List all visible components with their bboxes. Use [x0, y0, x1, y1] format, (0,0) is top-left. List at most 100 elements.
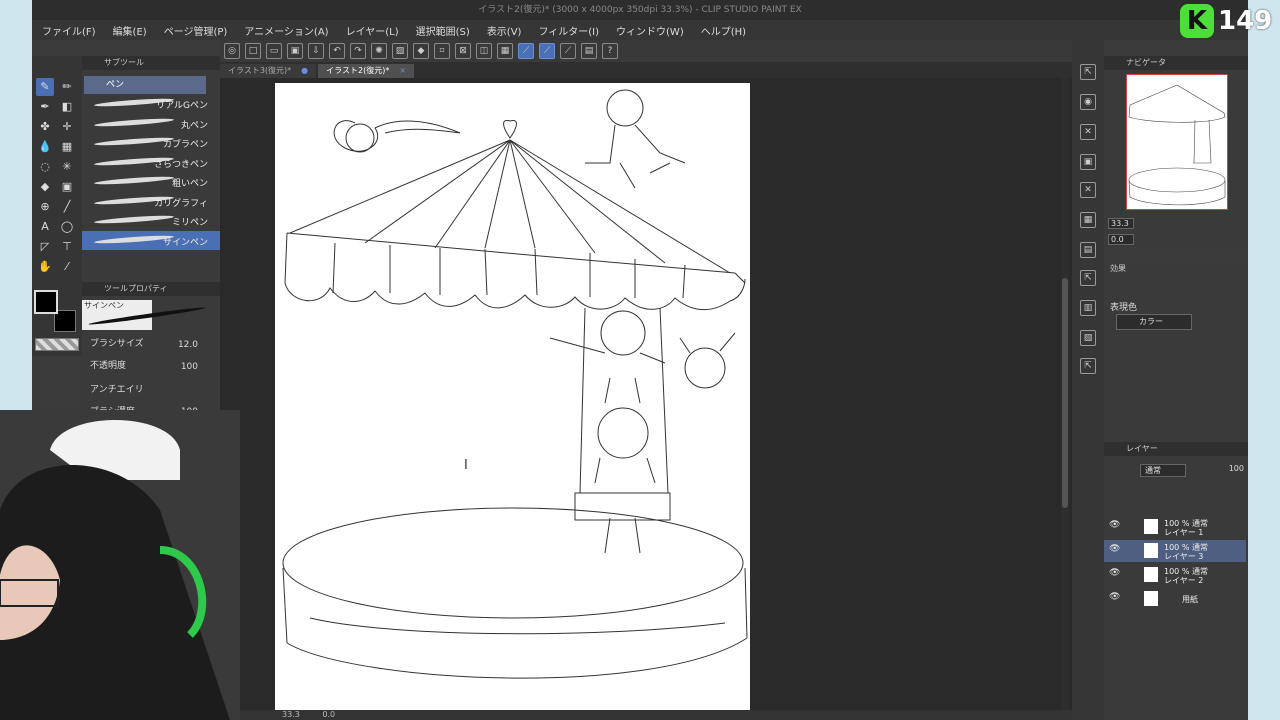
quick-access-icon[interactable]: ⇱ [1080, 358, 1096, 374]
canvas-vertical-scrollbar[interactable] [1061, 78, 1069, 710]
layer-row[interactable]: 👁 100 % 通常 レイヤー 2 [1104, 564, 1246, 586]
memo-icon[interactable]: ▤ [581, 43, 597, 59]
document-tabs: イラスト3(復元)* ● イラスト2(復元)* × [220, 62, 1072, 78]
menu-view[interactable]: 表示(V) [487, 23, 522, 38]
tab-close-icon[interactable]: × [399, 66, 406, 75]
decoration-tool-icon[interactable]: ✤ [36, 118, 54, 136]
navigator-thumbnail[interactable] [1126, 74, 1228, 210]
tab-modified-icon[interactable]: ● [301, 66, 308, 75]
canvas-area[interactable] [220, 78, 1072, 710]
brush-item-selected[interactable]: サインペン [82, 230, 220, 250]
close-panel-icon[interactable]: ✕ [1080, 182, 1096, 198]
select-tool-icon[interactable]: ◌ [36, 158, 54, 176]
invert-icon[interactable]: ◫ [476, 43, 492, 59]
eyedropper-tool-icon[interactable]: ⁄ [58, 258, 76, 276]
sub-view-icon[interactable]: ⇱ [1080, 270, 1096, 286]
help-icon[interactable]: ? [602, 43, 618, 59]
gradient-tool-icon[interactable]: ▣ [58, 178, 76, 196]
status-zoom[interactable]: 33.3 [282, 710, 300, 719]
command-bar: ◎ □ ▭ ▣ ⇩ ↶ ↷ ✺ ▨ ◆ ⌗ ⊠ ◫ ▦ ⟋ ⟋ ⟋ ▤ ? [220, 40, 1072, 62]
layer-row-paper[interactable]: 👁 用紙 [1104, 588, 1246, 610]
menu-edit[interactable]: 編集(E) [113, 23, 147, 38]
brush-item[interactable]: さらつきペン [82, 153, 220, 173]
scroll-thumb[interactable] [1062, 278, 1068, 508]
nav-zoom-value[interactable]: 33.3 [1108, 218, 1134, 229]
brush-item[interactable]: ミリペン [82, 211, 220, 231]
special-ruler-snap-icon[interactable]: ⟋ [539, 43, 555, 59]
line-tool-icon[interactable]: ╱ [58, 198, 76, 216]
transform-icon[interactable]: ⌗ [434, 43, 450, 59]
drawing-paper[interactable] [275, 83, 750, 710]
export-icon[interactable]: ⇩ [308, 43, 324, 59]
subtool-group-pen[interactable]: ペン [84, 76, 206, 94]
magic-wand-icon[interactable]: ✳ [58, 158, 76, 176]
blend-mode-select[interactable]: 通常 [1140, 464, 1186, 477]
clear-icon[interactable]: ▨ [392, 43, 408, 59]
hand-tool-icon[interactable]: ✋ [36, 258, 54, 276]
deselect-icon[interactable]: ⊠ [455, 43, 471, 59]
history-icon[interactable]: ▤ [1080, 242, 1096, 258]
menu-file[interactable]: ファイル(F) [42, 23, 96, 38]
open-folder-icon[interactable]: ▭ [266, 43, 282, 59]
expression-color-select[interactable]: カラー [1116, 314, 1192, 330]
crop-icon[interactable]: ▦ [497, 43, 513, 59]
layer-opacity-value[interactable]: 100 [1229, 464, 1244, 473]
brush-item[interactable]: 丸ペン [82, 114, 220, 134]
palette-icon[interactable]: ✕ [1080, 124, 1096, 140]
main-color-swatch[interactable] [34, 290, 58, 314]
blend-tool-icon[interactable]: 💧 [36, 138, 54, 156]
material-icon[interactable]: ▦ [1080, 212, 1096, 228]
ruler-tool-icon[interactable]: ⊤ [58, 238, 76, 256]
move-tool-icon[interactable]: ✛ [58, 118, 76, 136]
brush-item[interactable]: カブラペン [82, 133, 220, 153]
pen-tool-icon[interactable]: ✎ [36, 78, 54, 96]
balloon-tool-icon[interactable]: ◯ [58, 218, 76, 236]
brush-size-value[interactable]: 12.0 [178, 340, 198, 350]
brush-item[interactable]: カリグラフィ [82, 192, 220, 212]
clip-studio-icon[interactable]: ◎ [224, 43, 240, 59]
layer-row-active[interactable]: 👁 100 % 通常 レイヤー 3 [1104, 540, 1246, 562]
layer-property-icon[interactable]: ⇱ [1080, 64, 1096, 80]
object-tool-icon[interactable]: ⊕ [36, 198, 54, 216]
nav-rotate-value[interactable]: 0.0 [1108, 234, 1134, 245]
undo-icon[interactable]: ↶ [329, 43, 345, 59]
menu-help[interactable]: ヘルプ(H) [701, 23, 746, 38]
auto-action-icon[interactable]: ▧ [1080, 330, 1096, 346]
redo-icon[interactable]: ↷ [350, 43, 366, 59]
menu-window[interactable]: ウィンドウ(W) [616, 23, 684, 38]
loading-icon[interactable]: ✺ [371, 43, 387, 59]
fill-tool-icon[interactable]: ◆ [36, 178, 54, 196]
menu-selection[interactable]: 選択範囲(S) [416, 23, 470, 38]
tab-illust3[interactable]: イラスト3(復元)* ● [220, 64, 317, 78]
layer-row[interactable]: 👁 100 % 通常 レイヤー 1 [1104, 516, 1246, 538]
eraser-tool-icon[interactable]: ◧ [58, 98, 76, 116]
tab-illust2[interactable]: イラスト2(復元)* × [318, 64, 415, 78]
brush-stroke-preview [93, 214, 175, 225]
brush-tool-icon[interactable]: ✒ [36, 98, 54, 116]
item-bank-icon[interactable]: ▥ [1080, 300, 1096, 316]
ruler-snap-icon[interactable]: ⟋ [518, 43, 534, 59]
status-rotate[interactable]: 0.0 [322, 710, 335, 719]
opacity-value[interactable]: 100 [181, 362, 198, 372]
eye-icon[interactable]: 👁 [1109, 568, 1120, 578]
transparent-color-swatch[interactable] [35, 338, 79, 351]
pencil-tool-icon[interactable]: ✏ [58, 78, 76, 96]
menu-animation[interactable]: アニメーション(A) [244, 23, 328, 38]
menu-page[interactable]: ページ管理(P) [164, 23, 228, 38]
menu-layer[interactable]: レイヤー(L) [346, 23, 399, 38]
frame-tool-icon[interactable]: ◸ [36, 238, 54, 256]
save-icon[interactable]: ▣ [287, 43, 303, 59]
menu-filter[interactable]: フィルター(I) [538, 23, 599, 38]
brush-item[interactable]: 粗いペン [82, 172, 220, 192]
text-tool-icon[interactable]: A [36, 218, 54, 236]
search-layer-icon[interactable]: ◉ [1080, 94, 1096, 110]
grid-tool-icon[interactable]: ▦ [58, 138, 76, 156]
camera-icon[interactable]: ▣ [1080, 154, 1096, 170]
eye-icon[interactable]: 👁 [1109, 544, 1120, 554]
new-file-icon[interactable]: □ [245, 43, 261, 59]
brush-item[interactable]: リアルGペン [82, 94, 220, 114]
grid-snap-icon[interactable]: ⟋ [560, 43, 576, 59]
eye-icon[interactable]: 👁 [1109, 592, 1120, 602]
eye-icon[interactable]: 👁 [1109, 520, 1120, 530]
fill-icon[interactable]: ◆ [413, 43, 429, 59]
